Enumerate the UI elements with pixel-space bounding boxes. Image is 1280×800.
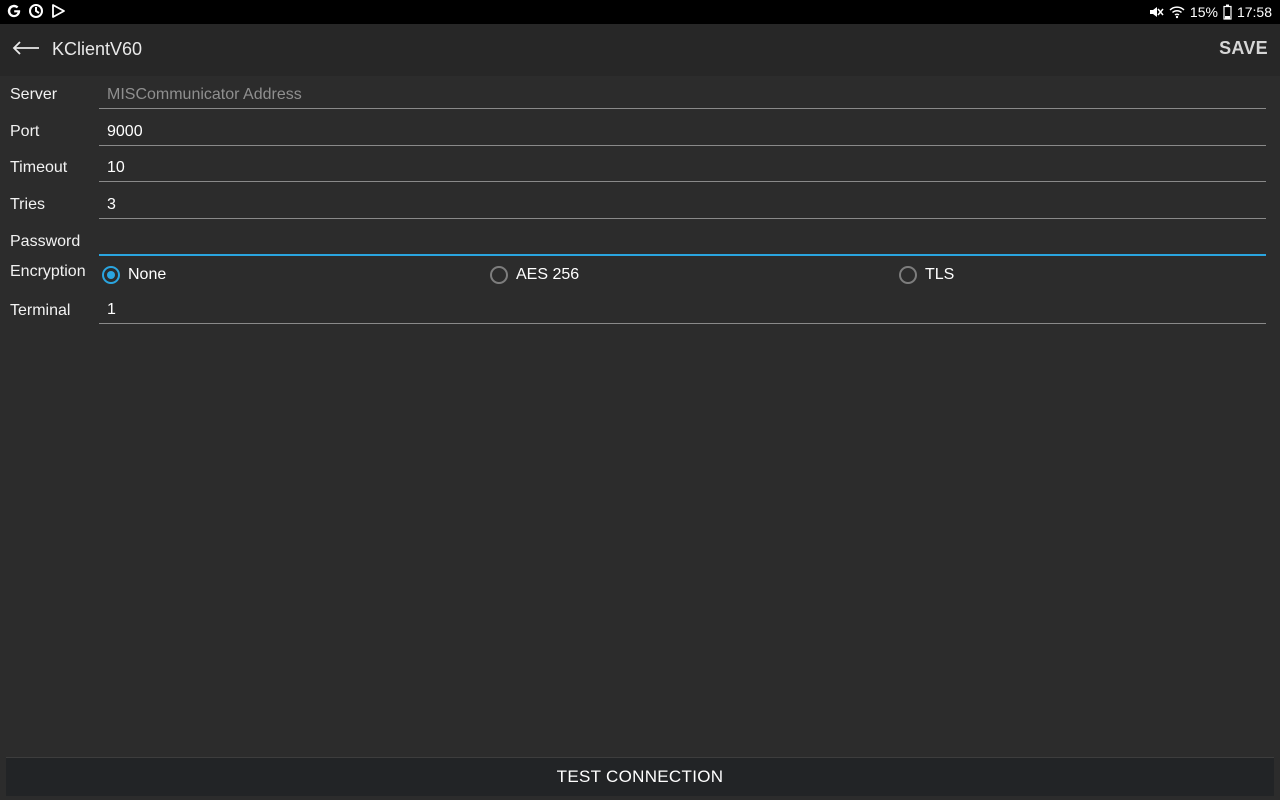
wifi-icon [1169,4,1185,20]
sync-icon [28,3,44,19]
timeout-field[interactable]: 10 [99,155,1266,182]
encryption-option-label: AES 256 [516,266,580,283]
mute-icon [1148,4,1164,20]
status-bar: 15% 17:58 [0,0,1280,24]
port-field[interactable]: 9000 [99,119,1266,146]
status-bar-right: 15% 17:58 [1148,3,1272,21]
back-button[interactable] [8,34,44,66]
radio-unchecked-icon [490,266,508,284]
timeout-value: 10 [107,159,125,176]
terminal-label: Terminal [10,302,71,319]
server-field[interactable]: MISCommunicator Address [99,82,1266,109]
screen: 15% 17:58 KClientV60 SAVE Server MISComm… [0,0,1280,800]
tries-label: Tries [10,196,45,213]
tries-field[interactable]: 3 [99,192,1266,219]
app-title: KClientV60 [52,39,143,59]
encryption-option-aes256[interactable]: AES 256 [490,266,579,284]
encryption-option-tls[interactable]: TLS [899,266,954,284]
battery-icon [1223,4,1232,20]
encryption-option-label: None [128,266,167,283]
radio-checked-icon [102,266,120,284]
clock: 17:58 [1236,4,1272,20]
tries-value: 3 [107,196,116,213]
timeout-label: Timeout [10,159,68,176]
status-bar-left [6,3,66,19]
test-connection-button[interactable]: TEST CONNECTION [6,757,1274,796]
google-icon [6,3,22,19]
terminal-field[interactable]: 1 [99,297,1266,324]
port-value: 9000 [107,123,143,140]
password-label: Password [10,233,81,250]
battery-percent: 15% [1189,4,1218,20]
port-label: Port [10,123,40,140]
back-arrow-icon [12,40,40,61]
encryption-option-label: TLS [925,266,955,283]
server-label: Server [10,86,58,103]
encryption-option-none[interactable]: None [102,266,166,284]
server-placeholder: MISCommunicator Address [107,86,302,103]
radio-unchecked-icon [899,266,917,284]
app-bar: KClientV60 SAVE [0,24,1280,76]
encryption-label: Encryption [10,263,86,280]
play-store-icon [50,3,66,19]
terminal-value: 1 [107,301,116,318]
save-button[interactable]: SAVE [1219,38,1268,59]
password-field[interactable] [99,228,1266,256]
